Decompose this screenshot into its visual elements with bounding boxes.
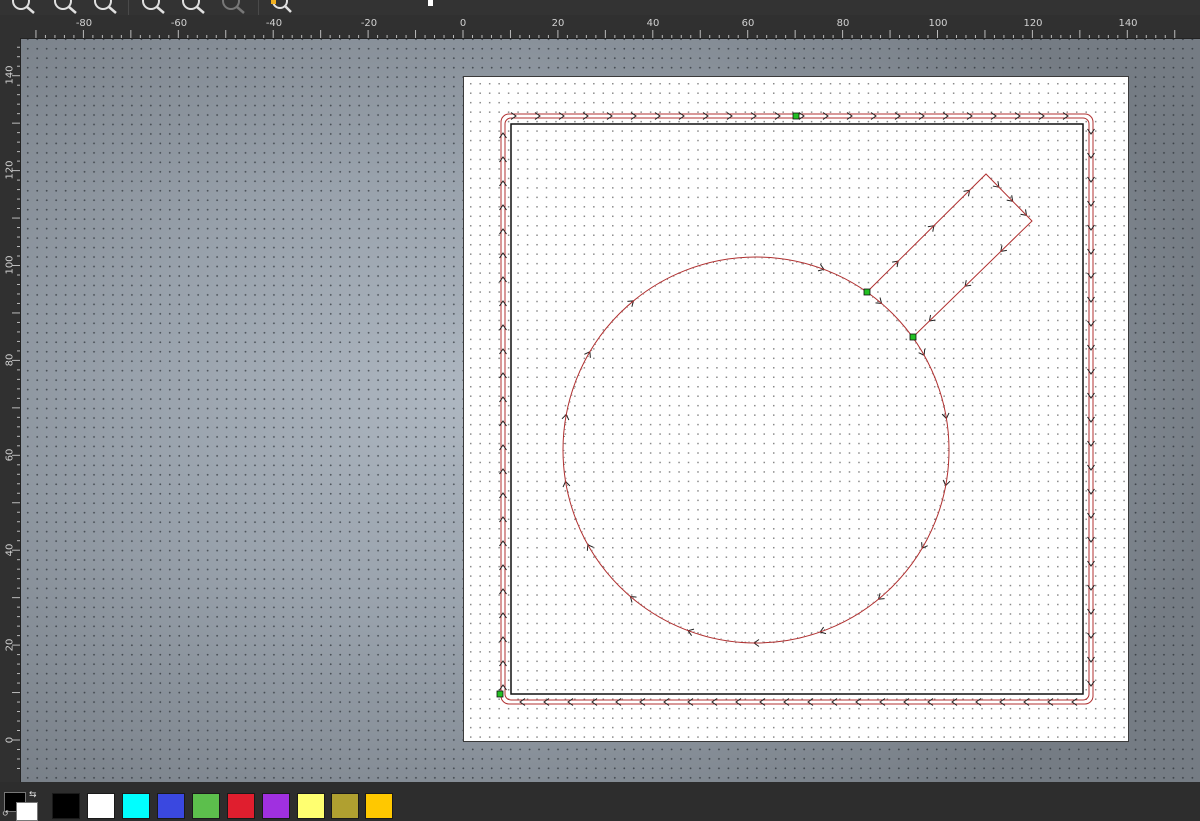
- ruler-label: 100: [928, 18, 948, 29]
- ruler-label: 80: [836, 18, 850, 29]
- ruler-label: 140: [1118, 18, 1138, 29]
- inner-frame-outline[interactable]: [510, 123, 1084, 695]
- toolbar-separator: [258, 0, 259, 15]
- path-direction-arrows: [499, 112, 1095, 706]
- ruler-label: -20: [360, 18, 378, 29]
- color-swatch-olive[interactable]: [331, 793, 359, 819]
- ruler-label: 100: [4, 255, 16, 275]
- start-marker[interactable]: [496, 690, 504, 698]
- ruler-label: 60: [741, 18, 755, 29]
- ruler-label: 0: [4, 736, 16, 744]
- ruler-label: 20: [551, 18, 565, 29]
- horizontal-ruler[interactable]: -80 -60 -40 -20 0 20 40 60 80 100 120 14…: [20, 15, 1200, 39]
- design-canvas[interactable]: [21, 39, 1200, 782]
- toolbar-separator: [128, 0, 129, 15]
- background-color-swatch[interactable]: [16, 802, 38, 821]
- ruler-label: 140: [4, 65, 16, 85]
- color-swatch-purple[interactable]: [262, 793, 290, 819]
- zoom-out-icon[interactable]: [92, 0, 118, 14]
- outer-frame-path-outer[interactable]: [500, 113, 1094, 705]
- ruler-label: 80: [4, 353, 16, 367]
- zoom-page-icon[interactable]: [268, 0, 294, 14]
- start-marker[interactable]: [792, 112, 800, 120]
- color-swatch-white[interactable]: [87, 793, 115, 819]
- ruler-label: 120: [4, 160, 16, 180]
- color-swatch-green[interactable]: [192, 793, 220, 819]
- color-swatch-light-yellow[interactable]: [297, 793, 325, 819]
- start-marker[interactable]: [863, 288, 871, 296]
- reset-colors-icon[interactable]: ↺: [2, 809, 12, 819]
- outer-frame-path-inner[interactable]: [504, 117, 1090, 701]
- start-marker[interactable]: [909, 333, 917, 341]
- zoom-previous-icon[interactable]: [180, 0, 206, 14]
- color-swatch-black[interactable]: [52, 793, 80, 819]
- ruler-label: 60: [4, 448, 16, 462]
- work-area-page[interactable]: [463, 76, 1129, 742]
- color-swatch-cyan[interactable]: [122, 793, 150, 819]
- ruler-label: 40: [646, 18, 660, 29]
- zoom-disabled-icon: [220, 0, 246, 14]
- color-swatch-red[interactable]: [227, 793, 255, 819]
- color-palette: ⇆ ↺: [0, 783, 1200, 821]
- zoom-selection-icon[interactable]: [140, 0, 166, 14]
- ruler-label: 20: [4, 638, 16, 652]
- ruler-label: 0: [459, 18, 467, 29]
- toolbar: [0, 0, 1200, 15]
- color-swatch-gold[interactable]: [365, 793, 393, 819]
- toolbar-handle: [428, 0, 433, 6]
- ruler-label: -60: [170, 18, 188, 29]
- color-swatch-blue[interactable]: [157, 793, 185, 819]
- ruler-corner: [0, 15, 20, 38]
- swap-colors-icon[interactable]: ⇆: [29, 789, 41, 801]
- ruler-label: 120: [1023, 18, 1043, 29]
- vertical-ruler[interactable]: 140 120 100 80 60 40 20 0: [0, 38, 21, 782]
- circle-cut-path-shadow: [563, 257, 949, 643]
- zoom-in-icon[interactable]: [52, 0, 78, 14]
- ruler-label: 40: [4, 543, 16, 557]
- zoom-fit-icon[interactable]: [10, 0, 36, 14]
- ruler-label: -80: [75, 18, 93, 29]
- circle-cut-path[interactable]: [562, 256, 950, 644]
- drawing[interactable]: [464, 77, 1128, 741]
- ruler-label: -40: [265, 18, 283, 29]
